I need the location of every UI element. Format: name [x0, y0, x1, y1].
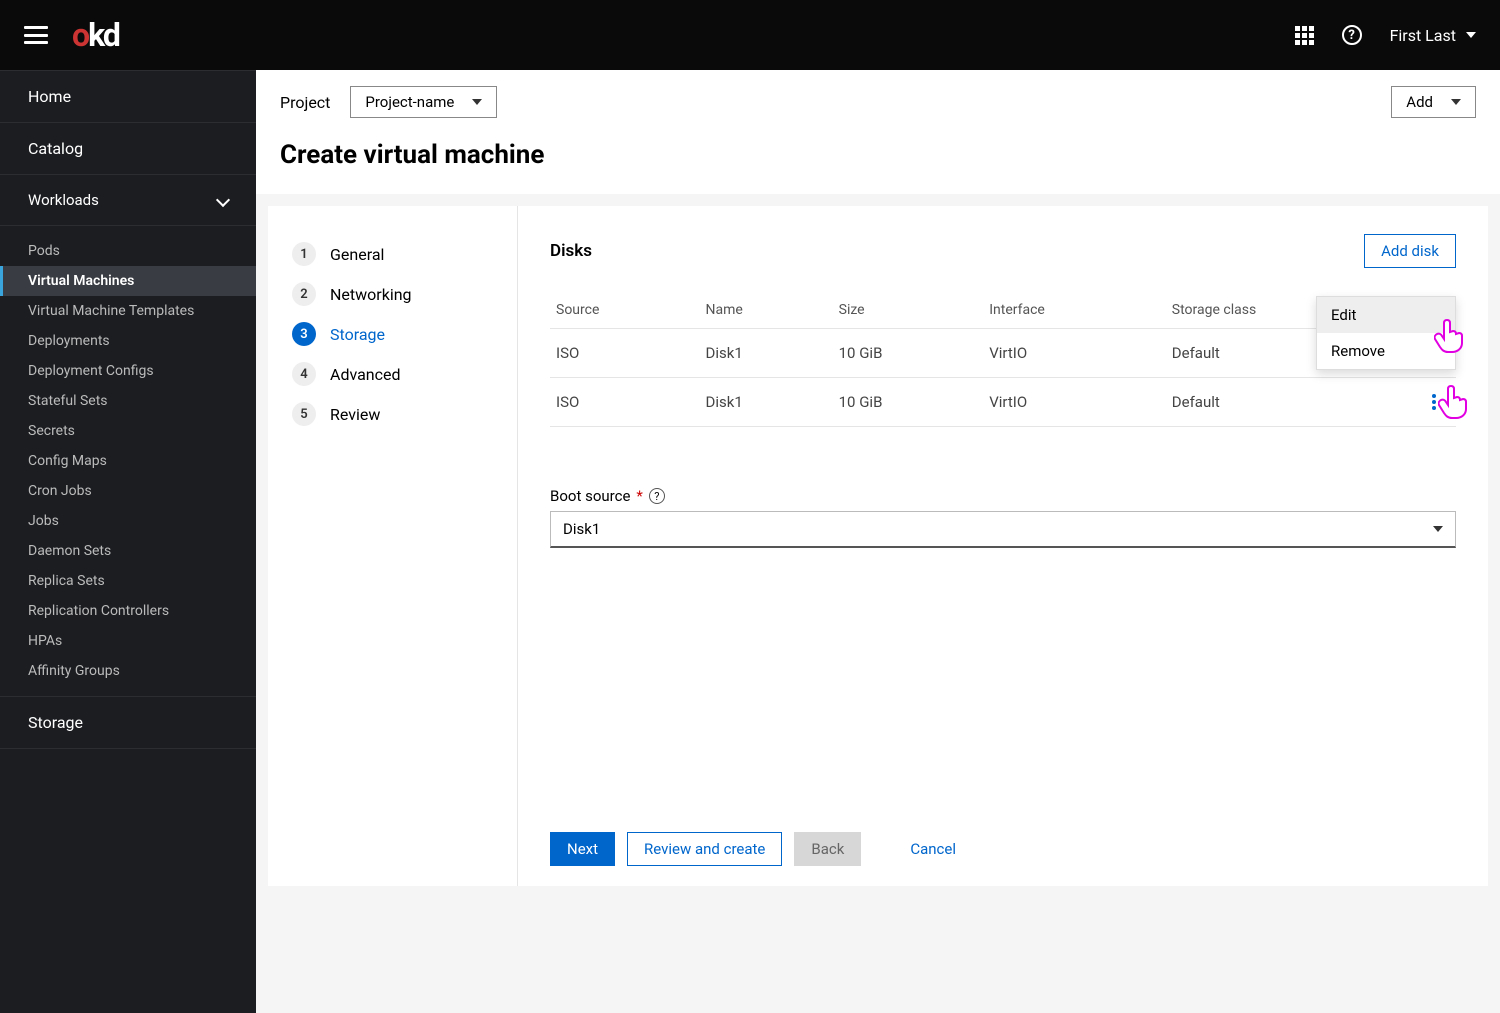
chevron-down-icon — [1433, 526, 1443, 532]
sidebar-item-virtual-machines[interactable]: Virtual Machines — [0, 266, 256, 296]
sidebar-item-deployment-configs[interactable]: Deployment Configs — [0, 356, 256, 386]
boot-source-select[interactable]: Disk1 — [550, 511, 1456, 548]
sidebar-item-replica-sets[interactable]: Replica Sets — [0, 566, 256, 596]
main: Project Project-name Add Create virtual … — [256, 70, 1500, 1013]
col-size: Size — [833, 292, 984, 329]
row-action-menu: Edit Remove — [1316, 296, 1456, 370]
sidebar-item-catalog[interactable]: Catalog — [0, 123, 256, 175]
chevron-down-icon — [1466, 32, 1476, 38]
sidebar-item-jobs[interactable]: Jobs — [0, 506, 256, 536]
cancel-button[interactable]: Cancel — [893, 832, 973, 866]
required-indicator: * — [636, 487, 642, 505]
sidebar-item-replication-controllers[interactable]: Replication Controllers — [0, 596, 256, 626]
user-name: First Last — [1390, 26, 1456, 45]
app-launcher-icon[interactable] — [1295, 26, 1314, 45]
chevron-down-icon — [472, 99, 482, 105]
help-icon[interactable]: ? — [1342, 25, 1362, 45]
sidebar-item-cron-jobs[interactable]: Cron Jobs — [0, 476, 256, 506]
page-title: Create virtual machine — [256, 130, 1500, 194]
col-name: Name — [700, 292, 833, 329]
sidebar-item-deployments[interactable]: Deployments — [0, 326, 256, 356]
project-label: Project — [280, 93, 330, 112]
sidebar-item-affinity-groups[interactable]: Affinity Groups — [0, 656, 256, 686]
sidebar-item-config-maps[interactable]: Config Maps — [0, 446, 256, 476]
kebab-menu-icon[interactable] — [1432, 394, 1450, 410]
chevron-down-icon — [1451, 99, 1461, 105]
wizard-step-review[interactable]: 5Review — [280, 394, 505, 434]
sidebar-item-secrets[interactable]: Secrets — [0, 416, 256, 446]
sidebar-item-vm-templates[interactable]: Virtual Machine Templates — [0, 296, 256, 326]
col-source: Source — [550, 292, 700, 329]
topbar: okd ? First Last — [0, 0, 1500, 70]
nav-toggle-button[interactable] — [24, 26, 48, 44]
project-toolbar: Project Project-name Add — [256, 70, 1500, 130]
wizard-footer: Next Review and create Back Cancel — [550, 812, 1456, 866]
sidebar-item-daemon-sets[interactable]: Daemon Sets — [0, 536, 256, 566]
table-row: ISO Disk1 10 GiB VirtIO Default — [550, 378, 1456, 427]
menu-item-edit[interactable]: Edit — [1317, 297, 1455, 333]
sidebar-section-workloads[interactable]: Workloads — [0, 175, 256, 226]
menu-item-remove[interactable]: Remove — [1317, 333, 1455, 369]
boot-source-value: Disk1 — [563, 520, 600, 538]
back-button: Back — [794, 832, 861, 866]
boot-source-label: Boot source — [550, 487, 630, 505]
wizard-step-advanced[interactable]: 4Advanced — [280, 354, 505, 394]
add-disk-button[interactable]: Add disk — [1364, 234, 1456, 268]
wizard-step-storage[interactable]: 3Storage — [280, 314, 505, 354]
add-menu[interactable]: Add — [1391, 86, 1476, 118]
next-button[interactable]: Next — [550, 832, 615, 866]
sidebar-item-stateful-sets[interactable]: Stateful Sets — [0, 386, 256, 416]
wizard-step-general[interactable]: 1General — [280, 234, 505, 274]
user-menu[interactable]: First Last — [1390, 26, 1476, 45]
brand-logo: okd — [72, 16, 119, 54]
sidebar-item-home[interactable]: Home — [0, 71, 256, 123]
project-selector[interactable]: Project-name — [350, 86, 497, 118]
wizard-content: Disks Add disk Source Name Size Interfac… — [518, 206, 1488, 886]
help-icon[interactable]: ? — [649, 488, 665, 504]
chevron-down-icon — [216, 193, 230, 207]
sidebar-item-pods[interactable]: Pods — [0, 236, 256, 266]
disks-heading: Disks — [550, 241, 592, 261]
sidebar: Home Catalog Workloads Pods Virtual Mach… — [0, 70, 256, 1013]
col-interface: Interface — [983, 292, 1166, 329]
sidebar-item-hpas[interactable]: HPAs — [0, 626, 256, 656]
sidebar-item-storage[interactable]: Storage — [0, 696, 256, 749]
add-label: Add — [1406, 93, 1433, 111]
wizard-step-networking[interactable]: 2Networking — [280, 274, 505, 314]
wizard-nav: 1General 2Networking 3Storage 4Advanced … — [268, 206, 518, 886]
review-create-button[interactable]: Review and create — [627, 832, 782, 866]
project-value: Project-name — [365, 93, 454, 111]
